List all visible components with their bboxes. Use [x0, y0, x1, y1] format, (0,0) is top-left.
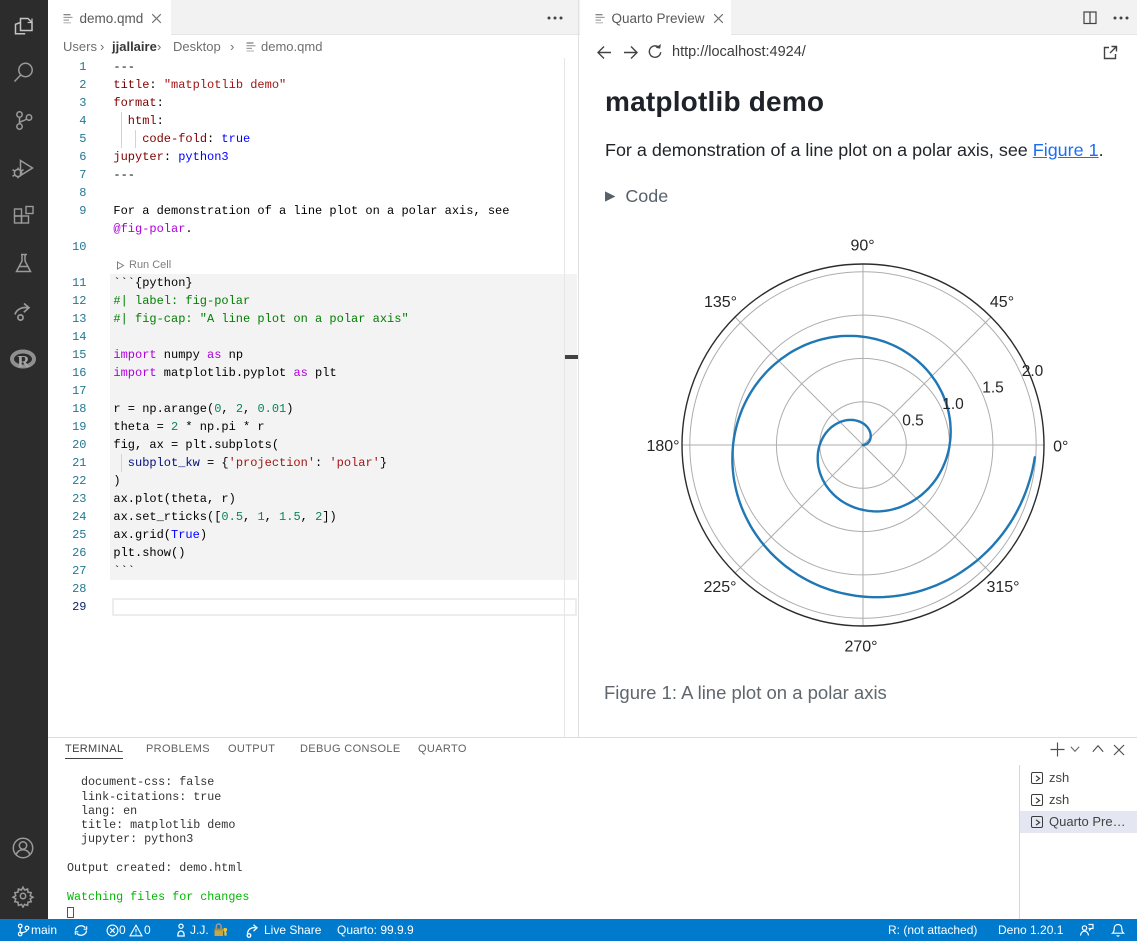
svg-text:45°: 45° — [990, 294, 1014, 311]
svg-text:90°: 90° — [850, 238, 874, 255]
svg-text:225°: 225° — [703, 579, 736, 596]
svg-text:270°: 270° — [844, 639, 877, 656]
svg-text:1.5: 1.5 — [982, 380, 1004, 397]
svg-text:315°: 315° — [986, 579, 1019, 596]
svg-text:0°: 0° — [1053, 439, 1068, 456]
svg-text:1.0: 1.0 — [942, 396, 964, 413]
svg-text:2.0: 2.0 — [1022, 363, 1044, 380]
svg-text:135°: 135° — [704, 294, 737, 311]
svg-text:0.5: 0.5 — [902, 413, 924, 430]
svg-text:180°: 180° — [646, 438, 679, 455]
svg-text:R: R — [17, 352, 30, 371]
